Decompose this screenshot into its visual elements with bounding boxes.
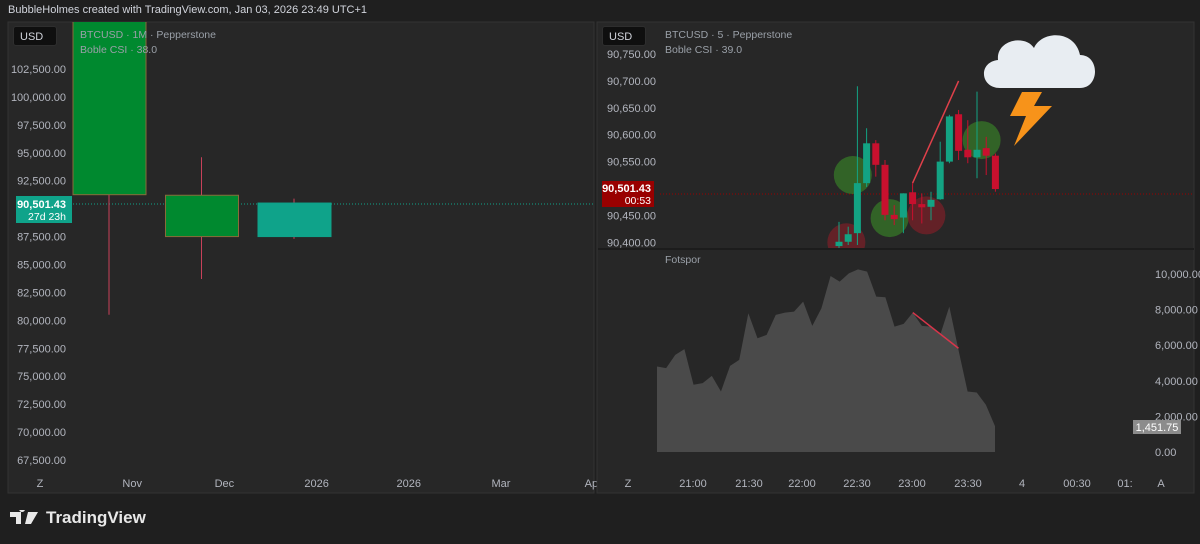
candle-body <box>909 192 917 205</box>
candle-body <box>863 143 871 184</box>
candle-body <box>982 148 990 156</box>
price-tick-label: 90,550.00 <box>607 157 656 169</box>
time-tick-label: 2026 <box>304 478 328 490</box>
brand-name: TradingView <box>46 508 146 527</box>
time-tick-label: A <box>1157 478 1165 490</box>
left-legend-indicator[interactable]: Boble CSI · 38.0 <box>80 44 157 56</box>
price-tick-label: 95,000.00 <box>17 148 66 160</box>
time-tick-label: Z <box>37 478 44 490</box>
time-tick-label: 00:30 <box>1063 478 1091 490</box>
candle-body <box>918 204 926 208</box>
candle-body <box>964 149 972 158</box>
candle-body <box>973 149 981 158</box>
candle-body <box>936 161 944 200</box>
time-tick-label: Mar <box>492 478 511 490</box>
candle-body <box>835 241 843 247</box>
candle-body <box>899 193 907 218</box>
price-tick-label: 90,700.00 <box>607 76 656 88</box>
time-tick-label: 21:00 <box>679 478 707 490</box>
right-legend-indicator[interactable]: Boble CSI · 39.0 <box>665 44 742 56</box>
price-tick-label: 100,000.00 <box>11 92 66 104</box>
time-tick-label: Z <box>625 478 632 490</box>
candle-body <box>945 116 953 162</box>
volume-tick-label: 8,000.00 <box>1155 305 1198 317</box>
price-tick-label: 67,500.00 <box>17 455 66 467</box>
candle-body <box>890 214 898 220</box>
left-currency-button[interactable]: USD <box>13 26 57 46</box>
price-tick-label: 90,450.00 <box>607 210 656 222</box>
price-tick-label: 97,500.00 <box>17 120 66 132</box>
time-tick-label: 22:30 <box>843 478 871 490</box>
time-tick-label: 2026 <box>397 478 421 490</box>
left-countdown: 27d 23h <box>28 211 66 223</box>
price-tick-label: 77,500.00 <box>17 343 66 355</box>
right-legend-symbol[interactable]: BTCUSD · 5 · Pepperstone <box>665 29 792 41</box>
price-tick-label: 92,500.00 <box>17 176 66 188</box>
volume-tick-label: 0.00 <box>1155 447 1176 459</box>
candle-body <box>991 155 999 190</box>
left-legend-symbol[interactable]: BTCUSD · 1M · Pepperstone <box>80 29 216 41</box>
candle-body <box>165 194 239 238</box>
price-tick-label: 90,750.00 <box>607 49 656 61</box>
price-tick-label: 82,500.00 <box>17 287 66 299</box>
volume-last-value: 1,451.75 <box>1136 422 1179 434</box>
candle-body <box>881 164 889 215</box>
candle-body <box>853 183 861 234</box>
price-tick-label: 80,000.00 <box>17 315 66 327</box>
volume-last-value-tag: 1,451.75 <box>1133 420 1181 434</box>
price-tick-label: 70,000.00 <box>17 427 66 439</box>
time-tick-label: 23:30 <box>954 478 982 490</box>
candle-body <box>927 199 935 207</box>
candle-body <box>872 143 880 165</box>
price-tick-label: 90,400.00 <box>607 237 656 249</box>
price-tick-label: 72,500.00 <box>17 399 66 411</box>
time-tick-label: Nov <box>122 478 142 490</box>
price-tick-label: 90,650.00 <box>607 103 656 115</box>
right-countdown: 00:53 <box>625 195 651 207</box>
volume-pane-title[interactable]: Fotspor <box>665 254 701 266</box>
time-tick-label: 22:00 <box>788 478 816 490</box>
time-tick-label: Dec <box>215 478 235 490</box>
volume-tick-label: 4,000.00 <box>1155 376 1198 388</box>
price-tick-label: 102,500.00 <box>11 64 66 76</box>
time-tick-label: 23:00 <box>898 478 926 490</box>
time-tick-label: 21:30 <box>735 478 763 490</box>
right-last-price: 90,501.43 <box>602 183 651 195</box>
time-tick-label: 01: <box>1117 478 1132 490</box>
price-tick-label: 85,000.00 <box>17 260 66 272</box>
right-last-price-tag: 90,501.43 00:53 <box>602 181 654 207</box>
price-tick-label: 90,600.00 <box>607 130 656 142</box>
price-tick-label: 87,500.00 <box>17 232 66 244</box>
left-last-price: 90,501.43 <box>17 199 66 211</box>
tradingview-logo[interactable]: TradingView <box>10 508 146 528</box>
charts-canvas: 102,500.00 100,000.00 97,500.00 95,000.00 92… <box>7 21 1200 494</box>
price-tick-label: 75,000.00 <box>17 371 66 383</box>
candle-body <box>955 114 963 151</box>
candle-body <box>844 234 852 242</box>
candle-body <box>257 202 332 238</box>
left-price-axis[interactable]: 102,500.00 100,000.00 97,500.00 95,000.00 92… <box>11 64 66 467</box>
volume-tick-label: 6,000.00 <box>1155 340 1198 352</box>
right-currency-button[interactable]: USD <box>602 26 646 46</box>
tradingview-logo-icon <box>10 510 38 524</box>
volume-tick-label: 10,000.00 <box>1155 269 1200 281</box>
time-tick-label: 4 <box>1019 478 1025 490</box>
left-last-price-tag: 90,501.43 27d 23h <box>16 196 72 223</box>
